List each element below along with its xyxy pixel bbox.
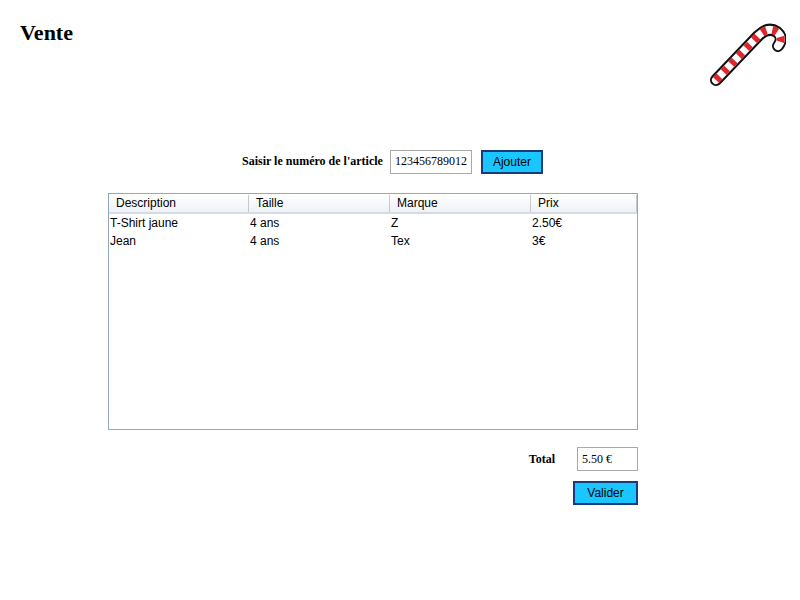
sale-panel: Saisir le numéro de l'article Ajouter De…: [108, 149, 638, 505]
article-label: Saisir le numéro de l'article: [242, 154, 383, 169]
table-cell: 3€: [531, 232, 637, 250]
table-cell: 4 ans: [249, 232, 390, 250]
search-row: Saisir le numéro de l'article Ajouter: [242, 149, 638, 174]
column-header[interactable]: Marque: [390, 195, 531, 212]
column-header[interactable]: Prix: [531, 195, 637, 212]
validate-button[interactable]: Valider: [573, 481, 638, 505]
column-header[interactable]: Taille: [249, 195, 390, 212]
total-label: Total: [529, 452, 555, 467]
table-cell: 4 ans: [249, 214, 390, 232]
column-header[interactable]: Description: [109, 195, 249, 212]
items-table: DescriptionTailleMarquePrix T-Shirt jaun…: [108, 193, 638, 430]
table-header: DescriptionTailleMarquePrix: [109, 195, 637, 214]
table-cell: Z: [390, 214, 531, 232]
total-row: Total: [108, 447, 638, 471]
table-cell: Tex: [390, 232, 531, 250]
table-row[interactable]: Jean4 ansTex3€: [109, 232, 637, 250]
article-input[interactable]: [390, 150, 472, 174]
page-title: Vente: [20, 20, 73, 46]
validate-row: Valider: [108, 481, 638, 505]
add-button[interactable]: Ajouter: [481, 150, 543, 174]
header: Vente: [0, 16, 800, 90]
candy-cane-icon: [706, 18, 786, 88]
sale-page: Vente Saisir le numéro de l'article Ajou…: [0, 0, 800, 600]
table-cell: 2.50€: [531, 214, 637, 232]
table-row[interactable]: T-Shirt jaune4 ansZ2.50€: [109, 214, 637, 232]
table-cell: T-Shirt jaune: [109, 214, 249, 232]
table-cell: Jean: [109, 232, 249, 250]
total-field[interactable]: [577, 447, 638, 471]
